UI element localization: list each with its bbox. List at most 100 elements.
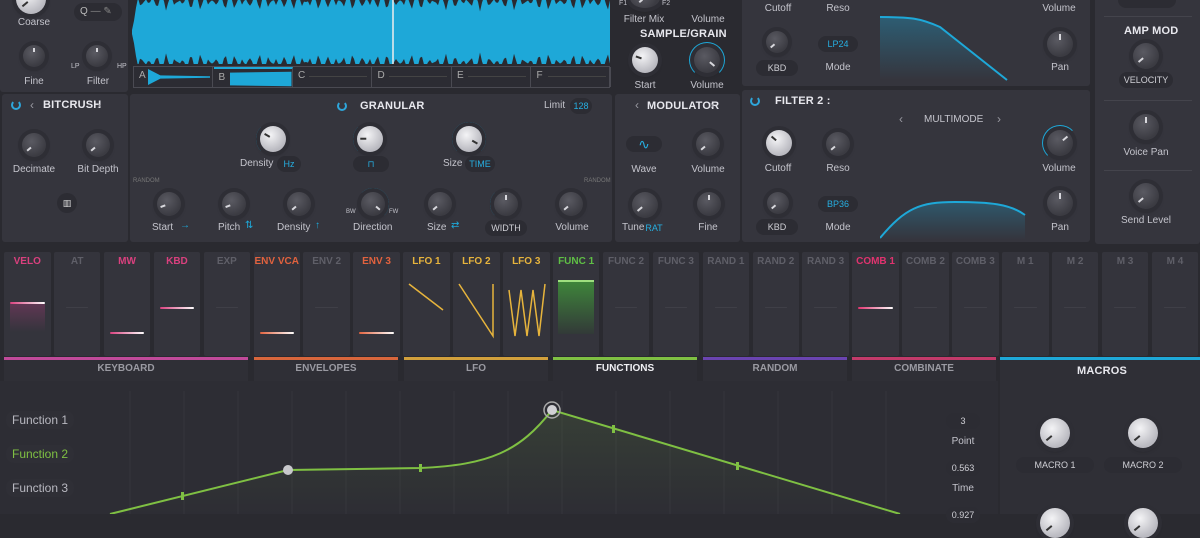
tab-lfo[interactable]: LFO <box>404 357 548 381</box>
size-knob[interactable] <box>456 126 482 152</box>
mod-source-lfo-1[interactable]: LFO 1 <box>403 252 450 356</box>
sample-slot-d[interactable]: D <box>373 67 452 87</box>
filter2-power-icon[interactable] <box>750 96 760 106</box>
modulator-fine-knob[interactable] <box>697 192 721 216</box>
bit-depth-knob[interactable] <box>86 133 110 157</box>
tune-knob[interactable] <box>632 192 658 218</box>
density-unit[interactable]: Hz <box>277 156 301 172</box>
density-knob[interactable] <box>260 126 286 152</box>
mod-source-func-2[interactable]: FUNC 2 <box>602 252 650 356</box>
filter2-cutoff-knob[interactable] <box>766 130 792 156</box>
filter1-pan-knob[interactable] <box>1047 31 1073 57</box>
voice-pan-knob[interactable] <box>1133 114 1159 140</box>
mod-source-mw[interactable]: MW <box>103 252 151 356</box>
random-start-knob[interactable] <box>157 192 181 216</box>
granular-power-icon[interactable] <box>337 101 347 111</box>
mod-source-comb-2[interactable]: COMB 2 <box>902 252 949 356</box>
mod-source-lfo-2[interactable]: LFO 2 <box>453 252 500 356</box>
curve-handle[interactable] <box>181 492 184 500</box>
bitcrush-power-icon[interactable] <box>11 100 21 110</box>
mod-source-env-2[interactable]: ENV 2 <box>303 252 350 356</box>
modulator-next-icon[interactable]: › <box>710 98 714 112</box>
random-size-knob[interactable] <box>428 192 452 216</box>
mod-source-rand-1[interactable]: RAND 1 <box>702 252 750 356</box>
random-pitch-knob[interactable] <box>222 192 246 216</box>
macro-4-knob[interactable] <box>1128 508 1158 538</box>
bitcrush-next-icon[interactable]: › <box>97 98 101 112</box>
time-value[interactable]: 0.563 <box>946 460 980 476</box>
tune-unit[interactable]: RAT <box>643 220 665 236</box>
mod-source-m-1[interactable]: M 1 <box>1002 252 1049 356</box>
width-button[interactable]: WIDTH <box>485 220 527 236</box>
mod-source-rand-3[interactable]: RAND 3 <box>802 252 849 356</box>
bitcrush-prev-icon[interactable]: ‹ <box>30 98 34 112</box>
next-value[interactable]: 0.927 <box>946 507 980 523</box>
send-level-knob[interactable] <box>1133 183 1159 209</box>
mod-source-lfo-3[interactable]: LFO 3 <box>503 252 550 356</box>
mod-source-kbd[interactable]: KBD <box>153 252 201 356</box>
filter-mix-knob[interactable] <box>630 0 660 8</box>
filter2-mode-value[interactable]: BP36 <box>818 196 858 212</box>
filter2-reso-knob[interactable] <box>826 132 850 156</box>
swap-arrows-icon[interactable]: ⇄ <box>451 220 459 231</box>
mod-source-velo[interactable]: VELO <box>4 252 51 356</box>
arrow-right-icon[interactable]: → <box>180 220 190 231</box>
filter2-volume-knob[interactable] <box>1047 130 1073 156</box>
macro-1-knob[interactable] <box>1040 418 1070 448</box>
velocity-button[interactable]: VELOCITY <box>1119 72 1173 88</box>
updown-arrow-icon[interactable]: ⇅ <box>245 220 253 231</box>
filter1-mode-value[interactable]: LP24 <box>818 36 858 52</box>
filter2-pan-knob[interactable] <box>1047 190 1073 216</box>
tab-envelopes[interactable]: ENVELOPES <box>254 357 398 381</box>
curve-handle[interactable] <box>419 464 422 472</box>
random-density-knob[interactable] <box>287 192 311 216</box>
width-knob[interactable] <box>494 192 518 216</box>
mod-source-comb-1[interactable]: COMB 1 <box>852 252 899 356</box>
keyboard-icon[interactable]: ▥ <box>57 193 77 213</box>
limit-value[interactable]: 128 <box>570 98 592 114</box>
curve-handle[interactable] <box>612 425 615 433</box>
q-toggle[interactable]: Q — ✎ <box>74 3 122 21</box>
modulator-prev-icon[interactable]: ‹ <box>635 98 639 112</box>
amp-mod-knob[interactable] <box>1133 43 1159 69</box>
filter2-kbd-knob[interactable] <box>767 192 789 214</box>
function-curve[interactable] <box>0 381 998 514</box>
arrow-up-icon[interactable]: ↑ <box>315 220 320 231</box>
filter2-next-icon[interactable]: › <box>997 112 1001 126</box>
macro-3-knob[interactable] <box>1040 508 1070 538</box>
tab-combinate[interactable]: COMBINATE <box>852 357 996 381</box>
fine-knob[interactable] <box>23 45 45 67</box>
filter1-kbd-knob[interactable] <box>766 31 788 53</box>
point-value[interactable]: 3 <box>946 413 980 429</box>
mod-source-at[interactable]: AT <box>53 252 101 356</box>
mod-source-rand-2[interactable]: RAND 2 <box>752 252 799 356</box>
decimate-knob[interactable] <box>22 133 46 157</box>
filter1-kbd-button[interactable]: KBD <box>756 60 798 76</box>
mod-source-env-vca[interactable]: ENV VCA <box>253 252 300 356</box>
tab-keyboard[interactable]: KEYBOARD <box>4 357 248 381</box>
wave-sine-button[interactable]: ∿ <box>626 136 662 152</box>
start-knob[interactable] <box>632 47 658 73</box>
macro-2-knob[interactable] <box>1128 418 1158 448</box>
curve-point[interactable] <box>283 465 293 475</box>
mod-source-m-2[interactable]: M 2 <box>1051 252 1099 356</box>
sample-slot-b[interactable]: B <box>213 67 293 87</box>
granular-volume-knob[interactable] <box>559 192 583 216</box>
sample-slot-a[interactable]: A <box>134 67 213 87</box>
amp-env-button[interactable]: ENV <box>1118 0 1176 8</box>
window-shape-knob[interactable] <box>357 126 383 152</box>
mod-source-exp[interactable]: EXP <box>203 252 251 356</box>
modulator-volume-knob[interactable] <box>696 132 720 156</box>
direction-knob[interactable] <box>361 192 385 216</box>
macro-2-label[interactable]: MACRO 2 <box>1104 457 1182 473</box>
sample-slot-f[interactable]: F <box>532 67 611 87</box>
curve-handle[interactable] <box>736 462 739 470</box>
mod-source-func-1[interactable]: FUNC 1 <box>552 252 600 356</box>
sample-slot-c[interactable]: C <box>293 67 372 87</box>
curve-point-selected[interactable] <box>547 405 557 415</box>
mod-source-m-4[interactable]: M 4 <box>1151 252 1199 356</box>
tab-functions[interactable]: FUNCTIONS <box>553 357 697 381</box>
sample-slot-e[interactable]: E <box>452 67 531 87</box>
waveform-display[interactable] <box>132 0 610 68</box>
mod-source-comb-3[interactable]: COMB 3 <box>952 252 999 356</box>
